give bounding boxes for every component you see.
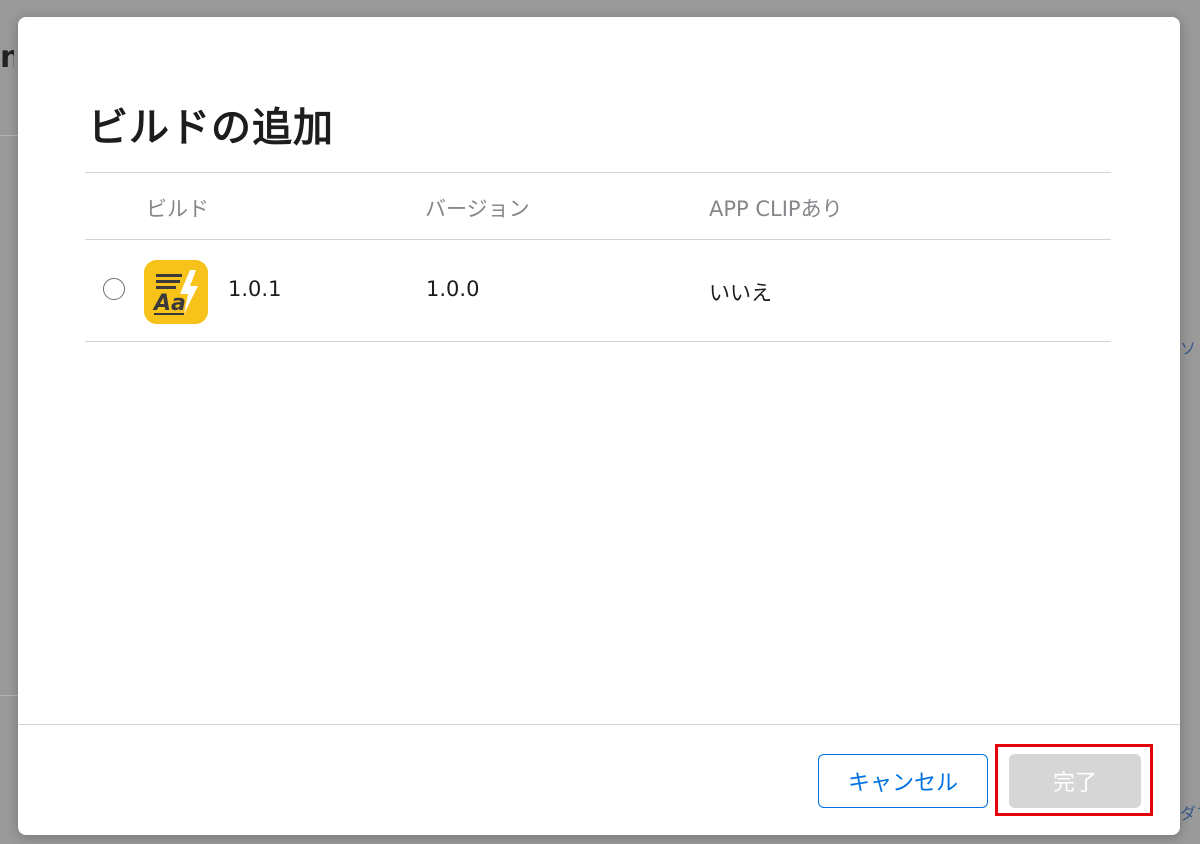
build-number: 1.0.1 [228,277,282,301]
svg-text:Aa: Aa [152,291,186,316]
background-link-fragment: ソ [1180,339,1197,358]
background-text-fragment: ダフ [1180,804,1200,823]
background-divider [0,135,18,136]
builds-table: ビルド バージョン APP CLIPあり Aa 1.0.1 1.0.0 いいえ [85,172,1111,342]
column-header-build: ビルド [146,197,209,221]
table-header: ビルド バージョン APP CLIPあり [85,172,1111,240]
column-header-app-clip: APP CLIPあり [709,197,843,221]
add-build-dialog: ビルドの追加 ビルド バージョン APP CLIPあり Aa 1.0.1 1.0… [18,17,1180,835]
done-button[interactable]: 完了 [1009,754,1141,808]
cancel-button[interactable]: キャンセル [818,754,988,808]
font-lightning-icon: Aa [144,260,208,324]
background-divider [0,695,18,696]
background-page-title-fragment: n [0,40,14,75]
dialog-title: ビルドの追加 [88,105,334,151]
app-clip-value: いいえ [709,281,772,305]
table-row[interactable]: Aa 1.0.1 1.0.0 いいえ [85,240,1111,342]
app-icon: Aa [144,260,208,324]
footer-divider [18,724,1180,725]
version-number: 1.0.0 [426,277,480,301]
column-header-version: バージョン [425,197,530,221]
build-select-radio[interactable] [103,278,125,300]
